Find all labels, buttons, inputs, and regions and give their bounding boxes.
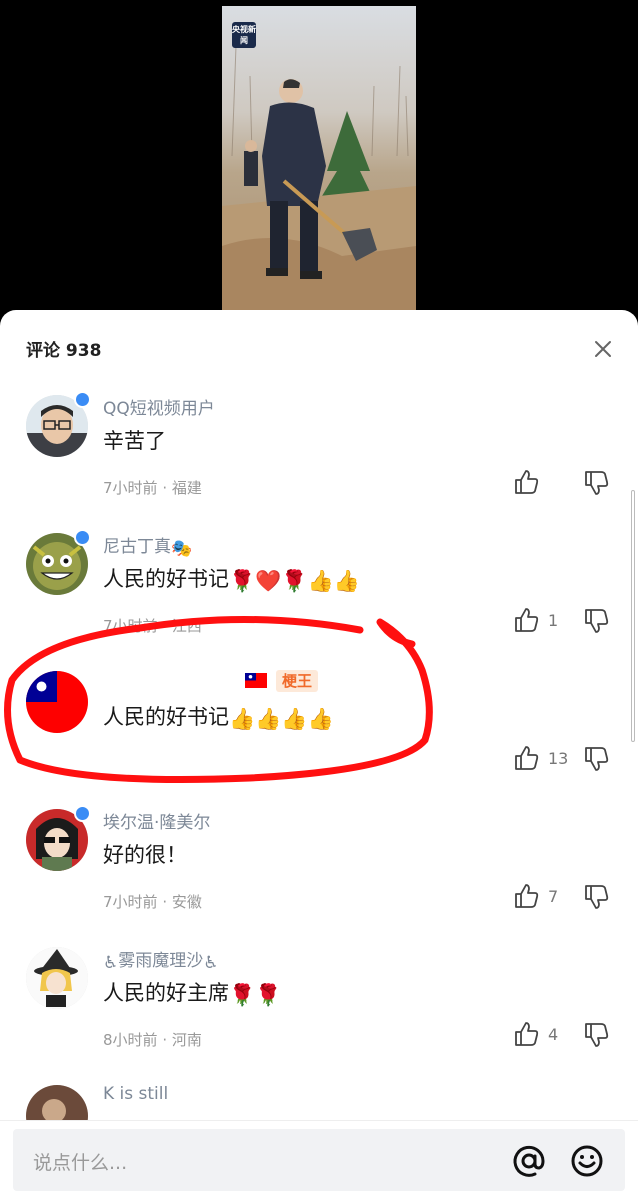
comment-item: 尼古丁真🎭 人民的好书记🌹❤️🌹👍👍 7小时前 · 江西 1: [0, 520, 638, 658]
avatar-anime-witch: [26, 947, 88, 1009]
username[interactable]: QQ短视频用户: [103, 394, 215, 419]
comment-input[interactable]: 说点什么...: [13, 1129, 625, 1191]
comment-item: QQ短视频用户 辛苦了 7小时前 · 福建: [0, 382, 638, 520]
video-thumbnail[interactable]: 央视新闻: [222, 6, 416, 310]
like-count: 4: [548, 1024, 559, 1044]
comment-text[interactable]: 辛苦了: [103, 425, 166, 455]
mask-emoji-icon: 🎭: [171, 539, 193, 559]
video-player[interactable]: 央视新闻: [0, 0, 638, 322]
comment-input-bar: 说点什么...: [0, 1120, 638, 1200]
dislike-button[interactable]: [582, 469, 612, 499]
like-count: 7: [548, 886, 559, 906]
comment-text[interactable]: 人民的好书记👍👍👍👍: [103, 701, 334, 732]
comment-time: 8小时前: [103, 1031, 158, 1049]
thumbs-up-icon: [515, 1022, 539, 1046]
emoji-button[interactable]: [569, 1143, 605, 1179]
dislike-button[interactable]: [582, 607, 612, 637]
verified-badge: [74, 391, 91, 408]
input-placeholder: 说点什么...: [33, 1152, 128, 1174]
comment-location: 江西: [171, 617, 202, 635]
comment-meta: 7小时前 · 江西: [103, 617, 202, 635]
thumbs-down-icon: [585, 471, 609, 495]
avatar[interactable]: [26, 947, 88, 1009]
mention-button[interactable]: [511, 1143, 547, 1179]
comment-item: 埃尔温·隆美尔 好的很！ 7小时前 · 安徽 7: [0, 796, 638, 934]
username[interactable]: ♿雾雨魔理沙♿: [103, 946, 219, 973]
channel-logo: 央视新闻: [232, 22, 256, 48]
dislike-button[interactable]: [582, 1021, 612, 1051]
dislike-button[interactable]: [582, 883, 612, 913]
comment-location: 福建: [171, 479, 202, 497]
comment-meta: 8小时前 · 河南: [103, 1031, 202, 1049]
avatar[interactable]: [26, 671, 88, 733]
like-button[interactable]: [512, 467, 548, 497]
flag-emoji-icon: [245, 673, 267, 688]
user-tag-badge: 梗王: [276, 670, 319, 692]
wheelchair-icon: ♿: [103, 953, 119, 973]
thumbs-down-icon: [585, 1023, 609, 1047]
like-count: 13: [548, 748, 569, 768]
like-button[interactable]: 1: [512, 605, 558, 635]
comment-location: 安徽: [171, 893, 202, 911]
username[interactable]: K is still: [103, 1084, 168, 1104]
close-button[interactable]: [584, 335, 622, 363]
comment-item: 梗王 人民的好书记👍👍👍👍 13: [0, 658, 638, 796]
thumbs-down-icon: [585, 885, 609, 909]
rose-heart-thumbs-emoji-icon: 🌹❤️🌹👍👍: [229, 569, 360, 593]
thumbs-emoji-icon: 👍👍👍👍: [229, 707, 334, 731]
comment-time: 7小时前: [103, 617, 158, 635]
comment-time: 7小时前: [103, 893, 158, 911]
comment-text[interactable]: 人民的好书记🌹❤️🌹👍👍: [103, 563, 360, 594]
thumbs-up-icon: [515, 746, 539, 770]
comment-time: 7小时前: [103, 479, 158, 497]
rose-emoji-icon: 🌹🌹: [229, 983, 282, 1007]
username[interactable]: 埃尔温·隆美尔: [103, 808, 210, 833]
comment-meta: 7小时前 · 安徽: [103, 893, 202, 911]
comment-count-title: 评论 938: [26, 341, 102, 361]
smiley-icon: [571, 1145, 603, 1177]
at-sign-icon: [513, 1145, 545, 1177]
thumbs-up-icon: [515, 470, 539, 494]
sheet-header: 评论 938: [0, 310, 638, 382]
like-button[interactable]: 13: [512, 743, 568, 773]
thumbs-up-icon: [515, 884, 539, 908]
comment-item: ♿雾雨魔理沙♿ 人民的好主席🌹🌹 8小时前 · 河南 4: [0, 934, 638, 1072]
comment-text[interactable]: 好的很！: [103, 839, 187, 869]
avatar-flag: [26, 671, 88, 733]
comment-text[interactable]: 人民的好主席🌹🌹: [103, 977, 281, 1008]
thumbs-down-icon: [585, 747, 609, 771]
username[interactable]: 尼古丁真🎭: [103, 532, 192, 559]
dislike-button[interactable]: [582, 745, 612, 775]
verified-badge: [74, 805, 91, 822]
thumbs-down-icon: [585, 609, 609, 633]
comment-location: 河南: [171, 1031, 202, 1049]
verified-badge: [74, 529, 91, 546]
like-button[interactable]: 4: [512, 1019, 558, 1049]
like-button[interactable]: 7: [512, 881, 558, 911]
thumbs-up-icon: [515, 608, 539, 632]
comment-meta: 7小时前 · 福建: [103, 479, 202, 497]
wheelchair-icon: ♿: [203, 953, 219, 973]
comment-sheet: 评论 938 QQ短视频用户 辛苦了 7小时前 · 福建 尼古丁真🎭 人民的好书…: [0, 310, 638, 1200]
close-icon: [595, 341, 611, 357]
like-count: 1: [548, 610, 559, 630]
